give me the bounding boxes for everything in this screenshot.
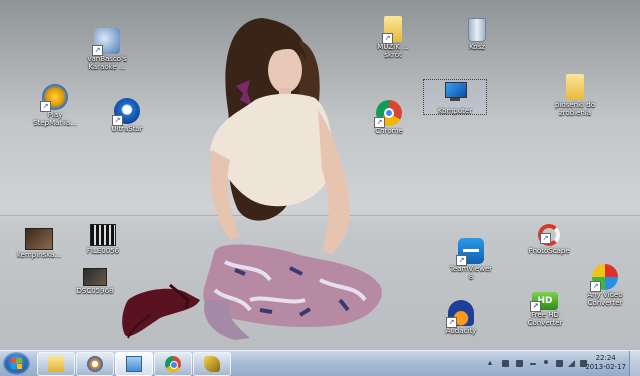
system-tray: ▴ 22:24 2013-02-17 [470,351,640,376]
computer-icon [442,80,468,106]
desktop-icon-label: vanBasco's Karaoke ... [87,55,127,71]
desktop-icon-vanbasco-karaoke[interactable]: ↗ vanBasco's Karaoke ... [76,28,138,71]
video-file-icon [90,224,116,246]
hd-converter-icon: HD ↗ [530,292,558,312]
taskbar-tool-button[interactable] [193,352,231,376]
desktop-icon-label: Chrome [375,127,403,135]
desktop-icon-label: FILE0056 [86,247,120,255]
windows-logo-icon [11,358,22,369]
photoscape-icon: ↗ [538,224,560,246]
action-center-flag-icon[interactable] [556,360,563,367]
desktop-icon-label: Play StepMania... [33,111,77,127]
desktop-icon-label: piosenki do zrobienia [554,101,595,117]
desktop-icon-label: PhotoScape [528,247,570,255]
desktop-icon-photoscape[interactable]: ↗ PhotoScape [518,224,580,255]
tray-app-icon[interactable] [502,360,509,367]
desktop-icon-teamviewer[interactable]: ↗ TeamViewer 8 [440,238,502,281]
desktop-icon-recycle-bin[interactable]: Kosz [446,18,508,51]
desktop-icon-kempinska[interactable]: kempinska... [8,228,70,259]
folder-icon [48,356,64,372]
chrome-icon [165,356,181,372]
desktop-icon-label: Komputer [437,107,473,115]
taskbar-explorer-button[interactable] [37,352,75,376]
clock[interactable]: 22:24 2013-02-17 [585,354,626,372]
desktop-icon-label: kempinska... [16,251,62,259]
chrome-icon: ↗ [374,100,402,128]
desktop-icon-piosenki[interactable]: piosenki do zrobienia [544,74,606,117]
desktop-icon-play-stepmania[interactable]: ↗ Play StepMania... [24,84,86,127]
desktop-icon-komputer[interactable]: Komputer [423,79,487,115]
clock-time: 22:24 [595,354,616,362]
taskbar-picture-viewer-button[interactable] [115,352,153,376]
taskbar: ▴ 22:24 2013-02-17 [0,350,640,376]
media-player-icon [87,356,103,372]
ultrastar-icon: ↗ [112,98,140,126]
picture-icon [126,356,142,372]
desktop-icon-chrome[interactable]: ↗ Chrome [358,100,420,135]
tray-app-icon[interactable] [530,363,536,365]
desktop-icon-ultrastar[interactable]: ↗ UltraStar [96,98,158,133]
desktop[interactable]: ↗ vanBasco's Karaoke ... ↗ Play StepMani… [0,0,640,350]
desktop-icon-label: Kosz [469,43,485,51]
show-desktop-button[interactable] [629,351,640,376]
desktop-icon-label: MUZIK ... skrót [377,43,409,59]
taskbar-media-player-button[interactable] [76,352,114,376]
stepmania-icon: ↗ [40,84,68,112]
network-icon[interactable] [568,360,575,367]
desktop-icon-label: Free HD Converter [527,311,563,327]
teamviewer-icon: ↗ [456,238,484,266]
desktop-icon-label: Audacity [445,327,477,335]
start-button[interactable] [3,352,30,375]
recycle-bin-icon [468,18,486,42]
karaoke-icon: ↗ [92,28,120,56]
tray-app-icon[interactable] [544,360,548,364]
folder-icon [566,74,584,100]
tray-app-icon[interactable] [516,360,523,367]
folder-icon: ↗ [382,16,402,44]
desktop-icon-muzik[interactable]: ↗ MUZIK ... skrót [362,16,424,59]
desktop-icon-label: DSC05968 [76,287,114,295]
desktop-icon-label: Any Video Converter [587,291,623,307]
desktop-icon-dsc05968[interactable]: DSC05968 [64,268,126,295]
video-thumbnail-icon [83,268,107,286]
desktop-icon-file0056[interactable]: FILE0056 [72,224,134,255]
desktop-icon-label: UltraStar [111,125,143,133]
video-thumbnail-icon [25,228,53,250]
any-video-converter-icon: ↗ [590,264,618,292]
clock-date: 2013-02-17 [585,363,626,371]
desktop-icon-any-video-converter[interactable]: ↗ Any Video Converter [574,264,636,307]
show-hidden-icons-icon[interactable]: ▴ [488,358,496,367]
desktop-icon-label: TeamViewer 8 [449,265,493,281]
audacity-icon: ↗ [446,300,474,328]
taskbar-chrome-button[interactable] [154,352,192,376]
tool-icon [204,356,220,372]
desktop-icon-free-hd-converter[interactable]: HD ↗ Free HD Converter [514,292,576,327]
desktop-icon-audacity[interactable]: ↗ Audacity [430,300,492,335]
